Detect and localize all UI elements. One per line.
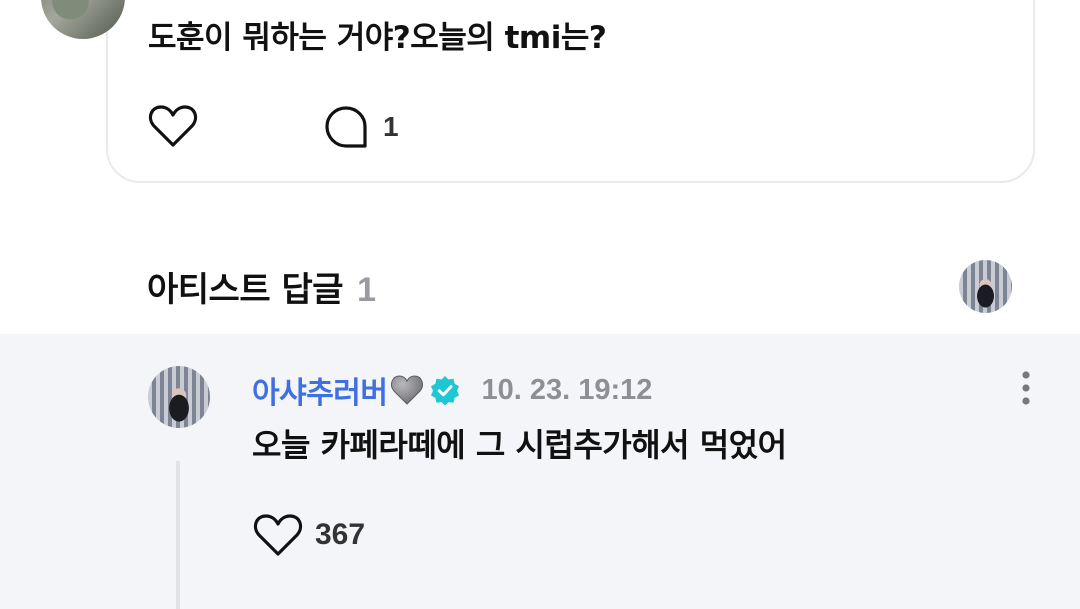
- reply-author-avatar[interactable]: [148, 366, 210, 428]
- post-comment-button[interactable]: 1: [323, 104, 399, 150]
- reply-timestamp: 10. 23. 19:12: [481, 373, 653, 406]
- more-options-icon[interactable]: [1014, 369, 1038, 407]
- artist-avatar-small[interactable]: [959, 260, 1012, 313]
- thread-line: [176, 461, 180, 609]
- heart-outline-icon: [148, 105, 198, 147]
- artist-replies-count: 1: [357, 271, 376, 309]
- post-like-button[interactable]: [148, 102, 200, 150]
- verified-badge-icon: [430, 376, 459, 405]
- artist-replies-title: 아티스트 답글: [147, 270, 344, 310]
- reply-meta: 아샤추러버 10. 23. 19:12: [252, 368, 652, 412]
- post-text: 도훈이 뭐하는 거야?오늘의 tmi는?: [148, 20, 607, 56]
- grey-heart-icon: [390, 375, 423, 405]
- artist-replies-header: 아티스트 답글 1: [147, 262, 376, 311]
- speech-bubble-icon: [325, 106, 367, 148]
- reply-username[interactable]: 아샤추러버: [252, 368, 388, 412]
- heart-outline-icon: [253, 514, 303, 556]
- post-comment-count: 1: [383, 111, 399, 142]
- reply-like-count: 367: [315, 518, 366, 551]
- reply-like-button[interactable]: 367: [253, 512, 365, 558]
- reply-text: 오늘 카페라떼에 그 시럽추가해서 먹었어: [252, 426, 787, 464]
